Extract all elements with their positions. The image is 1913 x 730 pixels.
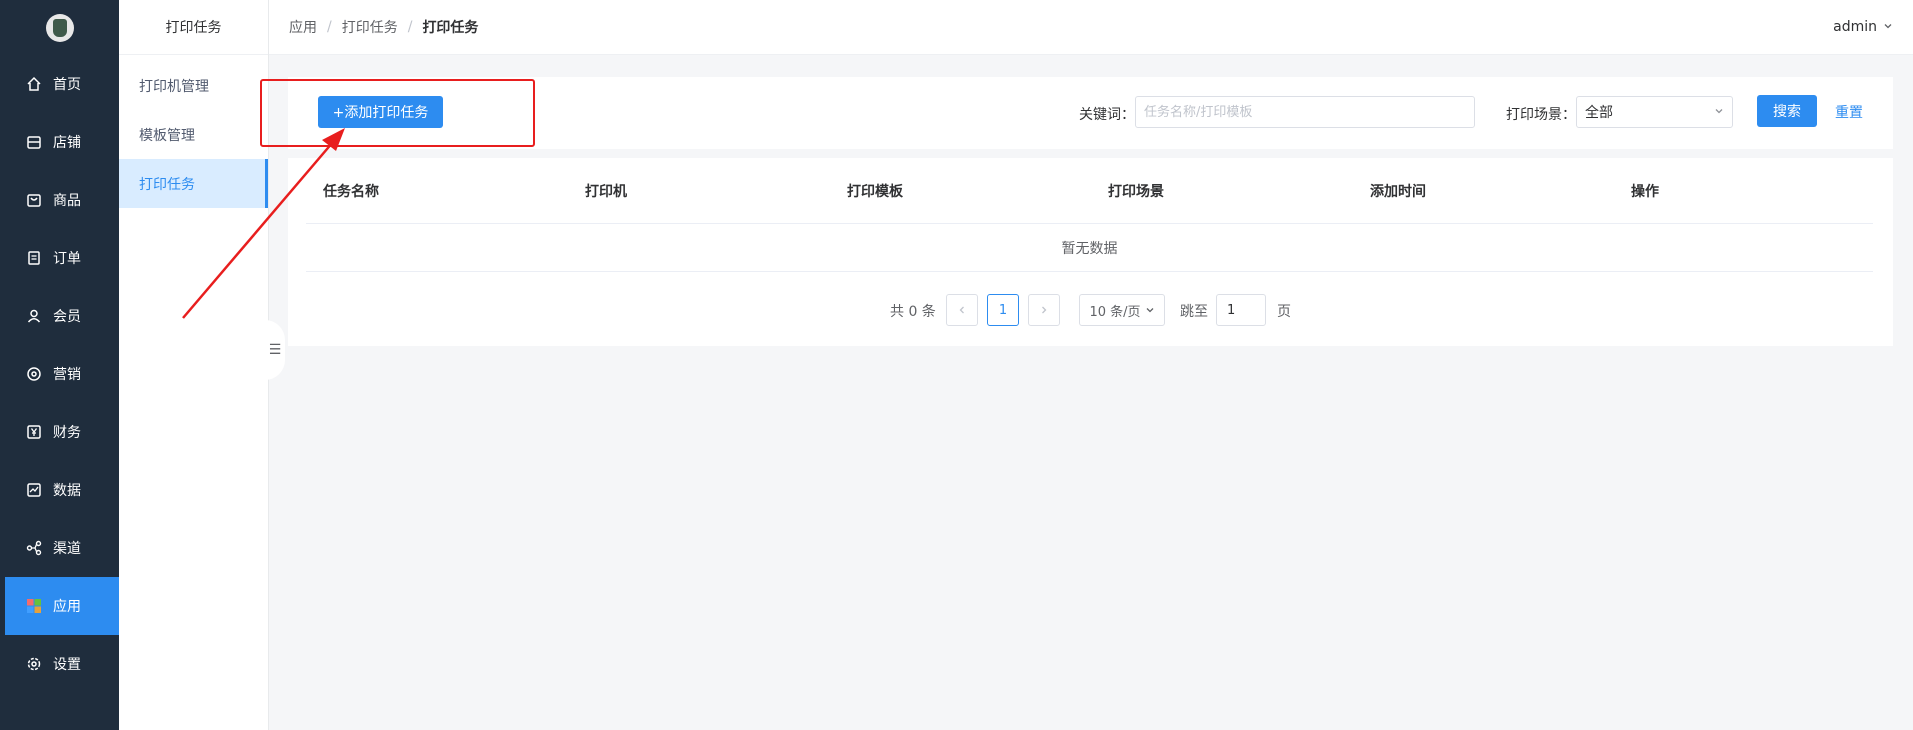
nav-label: 会员 — [53, 309, 81, 325]
chevron-right-icon — [1042, 306, 1047, 314]
nav-label: 营销 — [53, 367, 81, 383]
submenu-item-print-tasks[interactable]: 打印任务 — [119, 159, 268, 208]
keyword-label: 关键词： — [1079, 107, 1135, 123]
pagination: 共 0 条 1 10 条/页 跳至 页 — [288, 294, 1893, 328]
table-header: 任务名称 打印机 打印模板 打印场景 添加时间 操作 — [306, 158, 1873, 224]
nav-item-store[interactable]: 店铺 — [0, 113, 119, 171]
scene-label: 打印场景： — [1506, 107, 1576, 123]
user-icon — [25, 307, 43, 325]
prev-page-button[interactable] — [946, 294, 978, 326]
column-header: 打印机 — [585, 183, 627, 200]
nav-label: 渠道 — [53, 541, 81, 557]
main-nav-list: 首页 店铺 商品 订单 会员 营销 财务 数据 渠道 应用 设置 — [0, 55, 119, 693]
nav-item-finance[interactable]: 财务 — [0, 403, 119, 461]
breadcrumb: 应用 / 打印任务 / 打印任务 — [289, 17, 478, 37]
nav-item-orders[interactable]: 订单 — [0, 229, 119, 287]
page-number-button[interactable]: 1 — [987, 294, 1019, 326]
submenu-item-printers[interactable]: 打印机管理 — [119, 61, 268, 110]
column-header: 任务名称 — [323, 183, 379, 200]
breadcrumb-separator: / — [407, 19, 413, 35]
scene-select[interactable]: 全部 — [1576, 96, 1733, 128]
bag-icon — [25, 191, 43, 209]
share-icon — [25, 539, 43, 557]
annotation-highlight-box — [260, 79, 535, 147]
breadcrumb-current: 打印任务 — [422, 20, 479, 36]
nav-label: 数据 — [53, 483, 81, 499]
main-sidebar: 首页 店铺 商品 订单 会员 营销 财务 数据 渠道 应用 设置 — [0, 0, 119, 730]
column-header: 添加时间 — [1370, 183, 1426, 200]
keyword-input[interactable] — [1135, 96, 1475, 128]
search-button[interactable]: 搜索 — [1757, 95, 1817, 127]
submenu-title: 打印任务 — [119, 0, 268, 55]
logo-icon — [45, 13, 74, 42]
apps-icon — [25, 597, 43, 615]
submenu-item-templates[interactable]: 模板管理 — [119, 110, 268, 159]
sub-sidebar: 打印任务 打印机管理 模板管理 打印任务 — [119, 0, 269, 730]
yen-icon — [25, 423, 43, 441]
collapse-toggle[interactable]: ☰ — [265, 320, 285, 380]
scene-select-value: 全部 — [1585, 105, 1613, 121]
gear-icon — [25, 655, 43, 673]
home-icon — [25, 75, 43, 93]
column-header: 操作 — [1631, 183, 1659, 200]
order-icon — [25, 249, 43, 267]
app-logo[interactable] — [0, 0, 119, 55]
username: admin — [1833, 19, 1877, 35]
nav-label: 店铺 — [53, 135, 81, 151]
reset-link[interactable]: 重置 — [1835, 102, 1863, 122]
chevron-down-icon — [1146, 308, 1153, 313]
menu-fold-icon: ☰ — [268, 342, 282, 358]
column-header: 打印模板 — [847, 183, 903, 200]
task-table-card: 任务名称 打印机 打印模板 打印场景 添加时间 操作 暂无数据 共 0 条 1 … — [288, 158, 1893, 346]
next-page-button[interactable] — [1028, 294, 1060, 326]
column-header: 打印场景 — [1108, 183, 1164, 200]
pagination-total: 共 0 条 — [890, 304, 936, 320]
nav-item-goods[interactable]: 商品 — [0, 171, 119, 229]
nav-label: 设置 — [53, 657, 81, 673]
breadcrumb-item[interactable]: 应用 — [289, 17, 317, 37]
top-bar: 应用 / 打印任务 / 打印任务 admin — [269, 0, 1913, 55]
nav-item-settings[interactable]: 设置 — [0, 635, 119, 693]
jump-page-input[interactable] — [1216, 294, 1266, 326]
nav-label: 商品 — [53, 193, 81, 209]
page-suffix: 页 — [1277, 304, 1291, 320]
nav-item-channels[interactable]: 渠道 — [0, 519, 119, 577]
nav-item-data[interactable]: 数据 — [0, 461, 119, 519]
nav-item-members[interactable]: 会员 — [0, 287, 119, 345]
nav-item-apps[interactable]: 应用 — [5, 577, 119, 635]
chart-icon — [25, 481, 43, 499]
nav-item-marketing[interactable]: 营销 — [0, 345, 119, 403]
breadcrumb-separator: / — [327, 19, 332, 35]
breadcrumb-item[interactable]: 打印任务 — [342, 17, 398, 37]
page-size-select[interactable]: 10 条/页 — [1079, 294, 1165, 326]
chevron-left-icon — [959, 306, 964, 314]
nav-label: 订单 — [53, 251, 81, 267]
page-size-value: 10 条/页 — [1089, 304, 1141, 320]
store-icon — [25, 133, 43, 151]
nav-label: 财务 — [53, 425, 81, 441]
marketing-icon — [25, 365, 43, 383]
user-menu[interactable]: admin — [1833, 19, 1893, 35]
jump-label: 跳至 — [1180, 304, 1208, 320]
nav-item-home[interactable]: 首页 — [0, 55, 119, 113]
chevron-down-icon — [1883, 19, 1893, 35]
chevron-down-icon — [1714, 104, 1724, 120]
nav-label: 应用 — [53, 599, 81, 615]
empty-state: 暂无数据 — [306, 224, 1873, 272]
nav-label: 首页 — [53, 77, 81, 93]
